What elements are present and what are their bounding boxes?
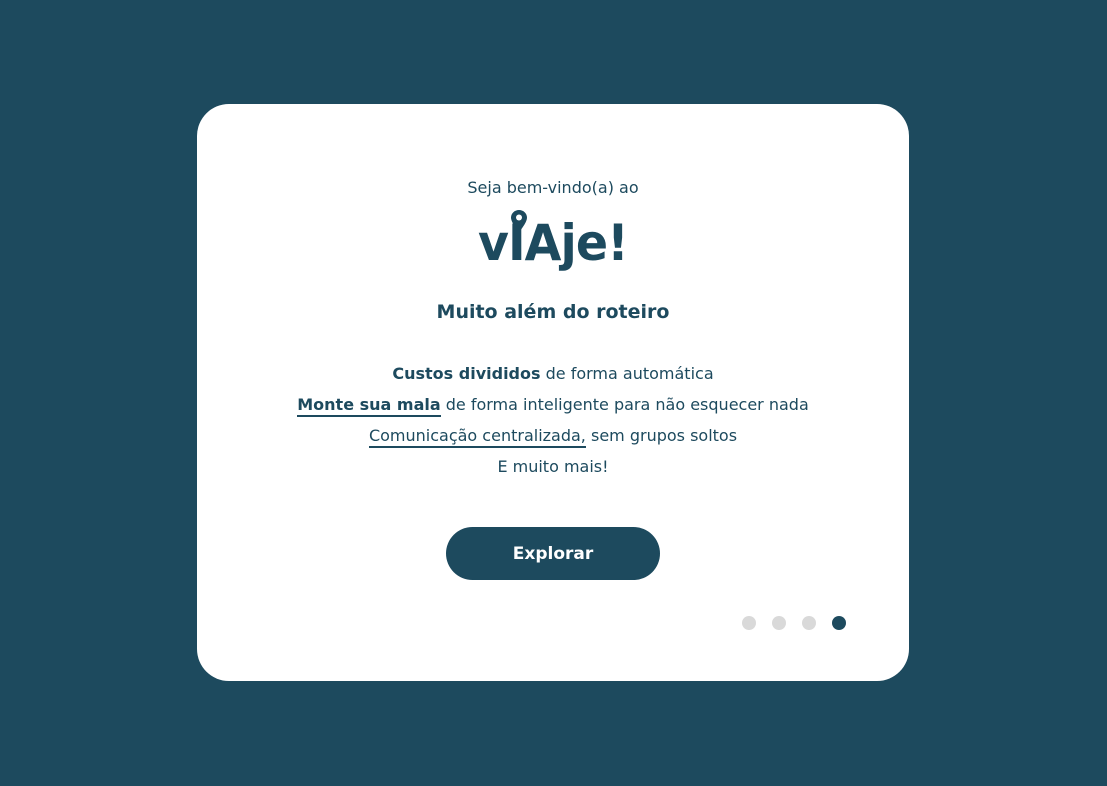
welcome-text: Seja bem-vindo(a) ao [467, 178, 639, 197]
explore-button[interactable]: Explorar [446, 527, 660, 580]
pagination-dot-3[interactable] [802, 616, 816, 630]
feature-costs-text: de forma automática [540, 364, 714, 383]
pagination-dots [742, 616, 846, 630]
tagline: Muito além do roteiro [436, 301, 670, 323]
feature-costs: Custos divididos de forma automática [197, 358, 909, 389]
app-logo: vIAje! [197, 208, 909, 278]
logo-text: vIAje! [478, 214, 629, 272]
feature-communication-text: sem grupos soltos [585, 426, 738, 445]
pagination-dot-2[interactable] [772, 616, 786, 630]
feature-more: E muito mais! [197, 451, 909, 482]
feature-more-text: E muito mais! [497, 457, 609, 476]
feature-list: Custos divididos de forma automática Mon… [197, 358, 909, 482]
feature-packing-highlight: Monte sua mala [297, 395, 441, 417]
feature-communication-highlight: Comunicação centralizada, [368, 426, 586, 448]
feature-packing-text: de forma inteligente para não esquecer n… [440, 395, 809, 414]
onboarding-card: Seja bem-vindo(a) ao vIAje! Muito além d… [197, 104, 909, 681]
feature-packing: Monte sua mala de forma inteligente para… [197, 389, 909, 420]
pagination-dot-4-active[interactable] [832, 616, 846, 630]
feature-communication: Comunicação centralizada, sem grupos sol… [197, 420, 909, 451]
pagination-dot-1[interactable] [742, 616, 756, 630]
feature-costs-highlight: Custos divididos [392, 364, 541, 383]
